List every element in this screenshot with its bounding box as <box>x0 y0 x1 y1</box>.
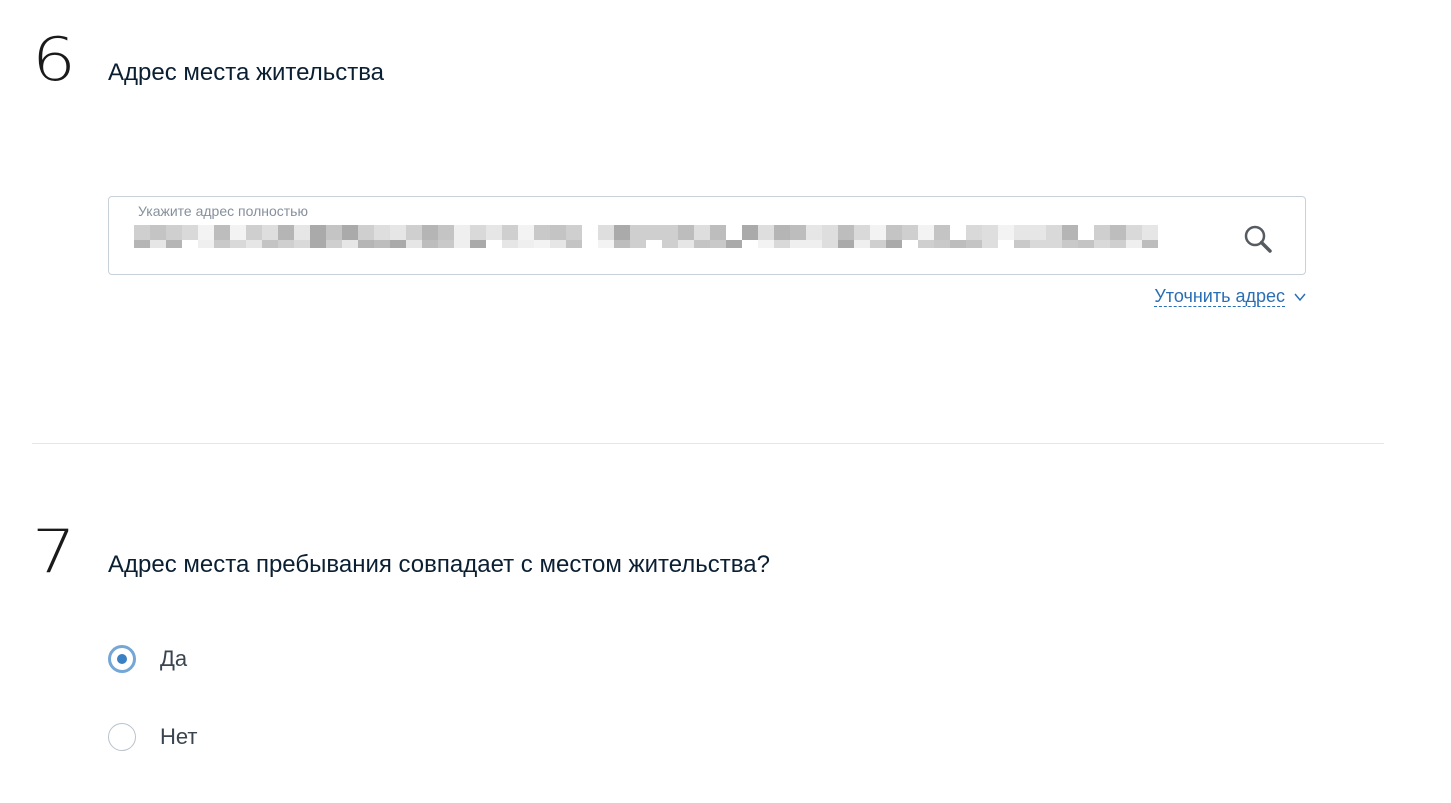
redacted-pixel <box>886 225 902 248</box>
address-value-redacted[interactable] <box>134 225 1158 248</box>
chevron-down-icon <box>1294 293 1306 301</box>
redacted-pixel <box>854 225 870 248</box>
redacted-pixel <box>454 225 470 248</box>
redacted-pixel <box>774 225 790 248</box>
radio-option-yes[interactable]: Да <box>108 645 187 673</box>
redacted-pixel <box>294 225 310 248</box>
redacted-pixel <box>166 225 182 248</box>
redacted-pixel <box>982 225 998 248</box>
redacted-pixel <box>374 225 390 248</box>
redacted-pixel <box>326 225 342 248</box>
redacted-pixel <box>694 225 710 248</box>
redacted-pixel <box>566 225 582 248</box>
redacted-pixel <box>790 225 806 248</box>
redacted-pixel <box>614 225 630 248</box>
redacted-pixel <box>582 225 598 248</box>
redacted-pixel <box>678 225 694 248</box>
redacted-pixel <box>902 225 918 248</box>
redacted-pixel <box>262 225 278 248</box>
redacted-pixel <box>358 225 374 248</box>
refine-address-link[interactable]: Уточнить адрес <box>1154 286 1307 307</box>
radio-option-no[interactable]: Нет <box>108 723 197 751</box>
stay-address-question: Адрес места пребывания совпадает с место… <box>108 551 770 578</box>
residence-address-title: Адрес места жительства <box>108 59 385 86</box>
redacted-pixel <box>1126 225 1142 248</box>
radio-button-checked[interactable] <box>108 645 136 673</box>
redacted-pixel <box>278 225 294 248</box>
redacted-pixel <box>438 225 454 248</box>
redacted-pixel <box>598 225 614 248</box>
step-number-6: 6 <box>32 25 76 95</box>
redacted-pixel <box>246 225 262 248</box>
redacted-pixel <box>422 225 438 248</box>
redacted-pixel <box>822 225 838 248</box>
redacted-pixel <box>342 225 358 248</box>
address-input-field[interactable]: Укажите адрес полностью <box>108 196 1306 275</box>
redacted-pixel <box>390 225 406 248</box>
address-field-label: Укажите адрес полностью <box>138 203 308 219</box>
redacted-pixel <box>662 225 678 248</box>
redacted-pixel <box>950 225 966 248</box>
redacted-pixel <box>742 225 758 248</box>
redacted-pixel <box>406 225 422 248</box>
redacted-pixel <box>550 225 566 248</box>
step-number-7: 7 <box>32 517 76 587</box>
radio-button-unchecked[interactable] <box>108 723 136 751</box>
redacted-pixel <box>966 225 982 248</box>
redacted-pixel <box>534 225 550 248</box>
redacted-pixel <box>1062 225 1078 248</box>
redacted-pixel <box>758 225 774 248</box>
redacted-pixel <box>1142 225 1158 248</box>
refine-address-label: Уточнить адрес <box>1154 286 1285 307</box>
redacted-pixel <box>518 225 534 248</box>
redacted-pixel <box>1078 225 1094 248</box>
radio-label-yes: Да <box>160 646 188 671</box>
redacted-pixel <box>502 225 518 248</box>
redacted-pixel <box>1030 225 1046 248</box>
redacted-pixel <box>230 225 246 248</box>
redacted-pixel <box>198 225 214 248</box>
redacted-pixel <box>918 225 934 248</box>
redacted-pixel <box>646 225 662 248</box>
redacted-pixel <box>214 225 230 248</box>
redacted-pixel <box>134 225 150 248</box>
redacted-pixel <box>470 225 486 248</box>
redacted-pixel <box>710 225 726 248</box>
redacted-pixel <box>838 225 854 248</box>
redacted-pixel <box>998 225 1014 248</box>
redacted-pixel <box>726 225 742 248</box>
redacted-pixel <box>182 225 198 248</box>
redacted-pixel <box>870 225 886 248</box>
redacted-pixel <box>150 225 166 248</box>
redacted-pixel <box>630 225 646 248</box>
section-divider <box>32 443 1384 444</box>
redacted-pixel <box>1046 225 1062 248</box>
redacted-pixel <box>806 225 822 248</box>
redacted-pixel <box>934 225 950 248</box>
radio-label-no: Нет <box>160 724 198 749</box>
redacted-pixel <box>1014 225 1030 248</box>
redacted-pixel <box>1094 225 1110 248</box>
redacted-pixel <box>486 225 502 248</box>
redacted-pixel <box>310 225 326 248</box>
redacted-pixel <box>1110 225 1126 248</box>
search-icon[interactable] <box>1241 222 1275 256</box>
